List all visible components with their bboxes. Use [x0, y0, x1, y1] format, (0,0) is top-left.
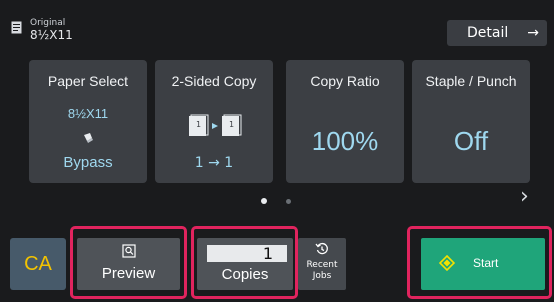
copies-label: Copies — [221, 266, 269, 283]
detail-button[interactable]: Detail → — [447, 20, 547, 46]
page-dot[interactable] — [286, 199, 291, 204]
staple-punch-value: Off — [453, 126, 489, 156]
preview-button[interactable]: Preview — [77, 238, 180, 290]
original-size: 8½X11 — [30, 28, 73, 42]
tile-title: Paper Select — [47, 73, 129, 89]
copies-count-field[interactable]: 1 — [207, 245, 287, 262]
paper-source: Bypass — [63, 154, 113, 171]
tile-title: Copy Ratio — [310, 73, 380, 89]
page-dot-active[interactable] — [261, 198, 267, 204]
recent-jobs-label: Recent Jobs — [298, 260, 346, 282]
start-label: Start — [473, 256, 499, 270]
copy-ratio-value: 100% — [311, 126, 379, 156]
start-diamond-icon — [439, 255, 455, 271]
original-document-icon — [11, 21, 22, 34]
preview-magnifier-icon — [122, 244, 136, 258]
paper-select-tile[interactable]: Paper Select 8½X11 Bypass — [29, 60, 147, 183]
start-button[interactable]: Start — [421, 238, 545, 290]
original-label: Original — [30, 18, 66, 28]
tile-title: Staple / Punch — [425, 73, 517, 89]
tile-title: 2-Sided Copy — [171, 73, 257, 89]
copy-ratio-tile[interactable]: Copy Ratio 100% — [286, 60, 404, 183]
duplex-pages-icon: 1 1 — [189, 114, 242, 136]
recent-label-line2: Jobs — [312, 271, 332, 281]
staple-punch-tile[interactable]: Staple / Punch Off — [412, 60, 530, 183]
recent-label-line1: Recent — [306, 260, 338, 270]
bottom-action-bar: CA Preview 1 Copies Recent Jobs Start — [0, 222, 554, 302]
preview-label: Preview — [101, 265, 156, 282]
recent-history-icon — [315, 242, 328, 255]
arrow-right-icon: → — [527, 25, 539, 41]
clear-all-button[interactable]: CA — [10, 238, 66, 290]
next-page-arrow-icon[interactable]: › — [520, 184, 529, 209]
svg-text:1: 1 — [196, 120, 201, 129]
svg-text:1: 1 — [229, 120, 234, 129]
recent-jobs-button[interactable]: Recent Jobs — [298, 238, 346, 290]
paper-tray-icon — [84, 133, 93, 143]
paper-size: 8½X11 — [67, 106, 109, 121]
copy-screen: Original 8½X11 Detail → Paper Select 8½X… — [0, 0, 554, 302]
duplex-mode: 1 → 1 — [194, 155, 234, 171]
copies-button[interactable]: 1 Copies — [197, 238, 293, 290]
two-sided-copy-tile[interactable]: 2-Sided Copy 1 1 1 → 1 — [155, 60, 273, 183]
detail-label: Detail — [467, 25, 509, 41]
